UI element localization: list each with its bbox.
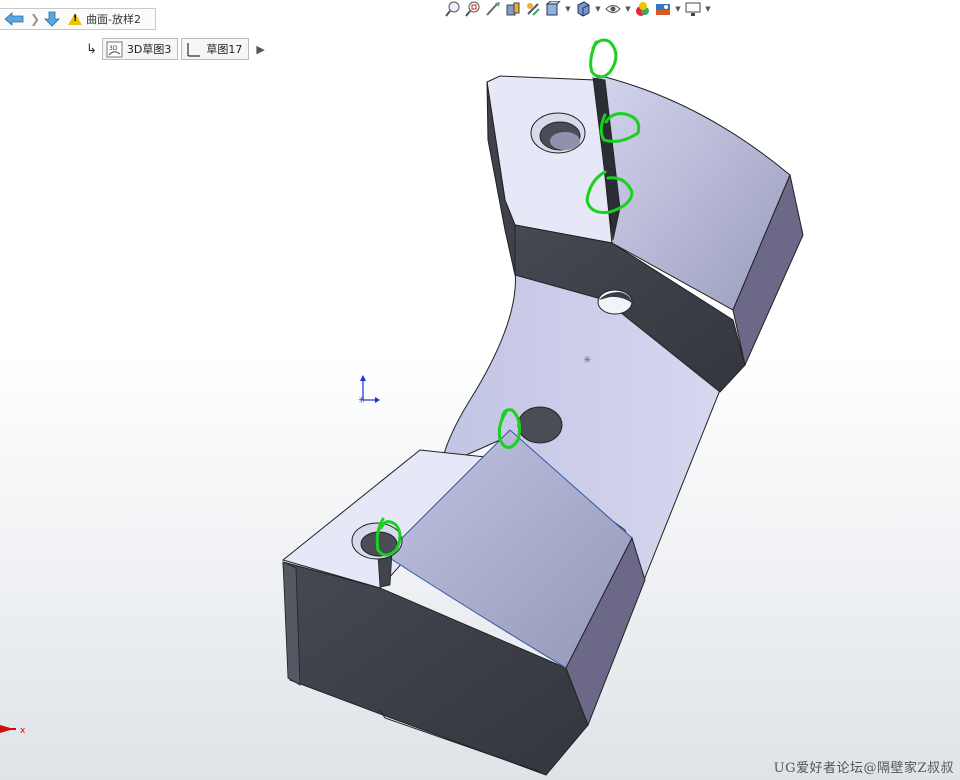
svg-text:✳: ✳: [358, 396, 366, 406]
view-orientation-dropdown-icon[interactable]: ▼: [564, 5, 572, 13]
apply-scene-icon[interactable]: [654, 1, 672, 17]
triad-x-label: x: [20, 726, 26, 736]
view-settings-icon[interactable]: [684, 1, 702, 17]
origin-triad: ✳: [358, 375, 380, 406]
svg-text:✳: ✳: [583, 355, 591, 366]
sketch-icon: [187, 42, 201, 57]
previous-view-icon[interactable]: [484, 1, 502, 17]
edit-appearance-icon[interactable]: [634, 1, 652, 17]
reference-triad: x: [0, 725, 26, 736]
lower-web-hole[interactable]: [517, 406, 563, 444]
graphics-viewport[interactable]: ✳ ✳ x: [0, 0, 960, 780]
zoom-to-area-icon[interactable]: [464, 1, 482, 17]
pointer-arrow-icon: ↳: [86, 41, 97, 57]
svg-text:3D: 3D: [109, 45, 118, 52]
view-orientation-icon[interactable]: [544, 1, 562, 17]
part-model[interactable]: ✳: [281, 74, 804, 776]
display-style-dropdown-icon[interactable]: ▼: [594, 5, 602, 13]
sketch-label: 3D草图3: [126, 43, 172, 56]
expand-arrow-icon[interactable]: ▶: [256, 43, 264, 56]
heads-up-view-toolbar: ▼ ▼ ▼ ▼ ▼: [444, 0, 712, 18]
display-style-icon[interactable]: [574, 1, 592, 17]
hide-show-items-icon[interactable]: [604, 1, 622, 17]
feature-title[interactable]: 曲面-放样2: [86, 11, 141, 27]
sketch-label: 草图17: [206, 43, 243, 56]
sketch-selection-row: ↳ 3D 3D草图3 草图17 ▶: [86, 38, 265, 60]
warning-icon: !: [68, 13, 83, 25]
sketch-item-3d-sketch3[interactable]: 3D 3D草图3: [101, 38, 179, 60]
back-arrow-icon[interactable]: [0, 9, 30, 29]
breadcrumb-separator: ❯: [30, 12, 41, 26]
hide-show-dropdown-icon[interactable]: ▼: [624, 5, 632, 13]
view-settings-dropdown-icon[interactable]: ▼: [704, 5, 712, 13]
3d-sketch-icon: 3D: [106, 41, 123, 57]
apply-scene-dropdown-icon[interactable]: ▼: [674, 5, 682, 13]
dynamic-annotation-icon[interactable]: [524, 1, 542, 17]
watermark: UG爱好者论坛@隔壁家Z叔叔: [773, 761, 954, 776]
breadcrumb: ❯ ! 曲面-放样2: [0, 8, 156, 30]
sketch-item-sketch17[interactable]: 草图17: [181, 38, 250, 60]
markup-circle-1: [589, 38, 618, 79]
zoom-to-fit-icon[interactable]: [444, 1, 462, 17]
down-arrow-icon[interactable]: [40, 9, 64, 29]
section-view-icon[interactable]: [504, 1, 522, 17]
